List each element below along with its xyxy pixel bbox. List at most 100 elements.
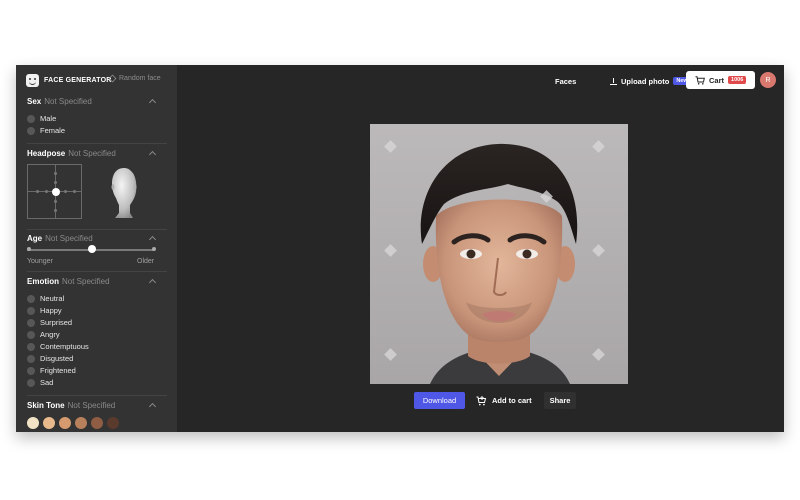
share-button[interactable]: Share: [544, 392, 576, 409]
age-max-label: Older: [137, 258, 155, 265]
radio-button[interactable]: [27, 330, 35, 339]
grid-dot: [54, 172, 57, 175]
headpose-value: Not Specified: [68, 149, 116, 158]
skin-swatch[interactable]: [107, 417, 119, 429]
user-avatar[interactable]: R: [760, 72, 776, 88]
skin-swatch[interactable]: [91, 417, 103, 429]
age-title: Age: [27, 234, 43, 243]
option-label: Angry: [40, 330, 60, 339]
faces-link-label: Faces: [555, 76, 577, 86]
emotion-title: Emotion: [27, 277, 59, 286]
option-label: Male: [40, 114, 57, 123]
grid-dot: [54, 181, 57, 184]
radio-button[interactable]: [27, 318, 35, 327]
emotion-option-frightened[interactable]: Frightened: [27, 366, 76, 375]
grid-dot: [73, 190, 76, 193]
skin-tone-swatches: [27, 417, 123, 429]
emotion-option-angry[interactable]: Angry: [27, 330, 60, 339]
emotion-value: Not Specified: [62, 277, 110, 286]
chevron-up-icon[interactable]: [148, 235, 157, 244]
headpose-handle[interactable]: [52, 188, 60, 196]
emotion-option-neutral[interactable]: Neutral: [27, 294, 64, 303]
grid-dot: [64, 190, 67, 193]
slider-min-dot: [27, 247, 31, 251]
skin-tone-value: Not Specified: [67, 401, 116, 410]
age-section-header[interactable]: Age Not Specified: [27, 234, 93, 243]
option-label: Contemptuous: [40, 342, 89, 351]
skin-tone-title: Skin Tone: [27, 401, 65, 410]
sex-option-male[interactable]: Male: [27, 114, 56, 123]
radio-button[interactable]: [27, 342, 35, 351]
option-label: Female: [40, 126, 66, 135]
skin-swatch[interactable]: [43, 417, 55, 429]
radio-button[interactable]: [27, 378, 35, 387]
option-label: Sad: [40, 378, 54, 387]
grid-dot: [36, 190, 39, 193]
upload-label: Upload photo: [621, 76, 670, 86]
emotion-option-surprised[interactable]: Surprised: [27, 318, 72, 327]
age-slider-handle[interactable]: [88, 245, 96, 253]
emotion-option-sad[interactable]: Sad: [27, 378, 53, 387]
random-face-button[interactable]: Random face: [108, 74, 161, 83]
slider-max-dot: [152, 247, 156, 251]
skin-swatch[interactable]: [27, 417, 39, 429]
emotion-option-happy[interactable]: Happy: [27, 306, 62, 315]
add-to-cart-label: Add to cart: [492, 396, 532, 405]
skin-swatch[interactable]: [75, 417, 87, 429]
divider: [27, 271, 167, 272]
main-panel: Faces Upload photo New Cart 1006 R Downl…: [177, 65, 784, 432]
app-window: FACE GENERATOR Random face Sex Not Specif…: [16, 65, 784, 432]
option-label: Happy: [40, 306, 62, 315]
download-button[interactable]: Download: [414, 392, 465, 409]
cart-count-badge: 1006: [728, 76, 747, 84]
divider: [27, 229, 167, 230]
divider: [27, 395, 167, 396]
upload-photo-button[interactable]: Upload photo New: [610, 73, 691, 89]
radio-button[interactable]: [27, 114, 35, 123]
radio-button[interactable]: [27, 366, 35, 375]
chevron-up-icon[interactable]: [148, 402, 157, 411]
chevron-up-icon[interactable]: [148, 98, 157, 107]
generated-face-image: [370, 124, 628, 384]
radio-button[interactable]: [27, 354, 35, 363]
app-logo[interactable]: FACE GENERATOR: [26, 73, 112, 87]
sex-value: Not Specified: [44, 97, 92, 106]
headpose-section-header[interactable]: Headpose Not Specified: [27, 149, 116, 158]
add-to-cart-button[interactable]: Add to cart: [476, 392, 532, 409]
chevron-up-icon[interactable]: [148, 278, 157, 287]
add-to-cart-icon: [476, 395, 487, 405]
radio-button[interactable]: [27, 126, 35, 135]
option-label: Frightened: [40, 366, 76, 375]
cart-button[interactable]: Cart 1006: [686, 71, 755, 89]
cube-icon: [108, 74, 117, 83]
skin-swatch[interactable]: [59, 417, 71, 429]
option-label: Surprised: [40, 318, 73, 327]
divider: [27, 143, 167, 144]
head-model-icon: [111, 168, 137, 218]
radio-button[interactable]: [27, 306, 35, 315]
option-label: Disgusted: [40, 354, 74, 363]
headpose-title: Headpose: [27, 149, 66, 158]
radio-button[interactable]: [27, 294, 35, 303]
filters-sidebar: FACE GENERATOR Random face Sex Not Specif…: [16, 65, 177, 432]
age-value: Not Specified: [45, 234, 93, 243]
option-label: Neutral: [40, 294, 65, 303]
nav-faces[interactable]: Faces: [555, 73, 576, 89]
age-min-label: Younger: [27, 258, 53, 265]
cart-icon: [695, 75, 705, 85]
headpose-pad[interactable]: [27, 164, 82, 219]
sex-section-header[interactable]: Sex Not Specified: [27, 97, 92, 106]
sex-title: Sex: [27, 97, 42, 106]
emotion-option-disgusted[interactable]: Disgusted: [27, 354, 73, 363]
face-logo-icon: [26, 73, 39, 87]
grid-dot: [54, 200, 57, 203]
skin-tone-section-header[interactable]: Skin Tone Not Specified: [27, 401, 115, 410]
grid-dot: [54, 209, 57, 212]
random-face-label: Random face: [119, 75, 161, 82]
chevron-up-icon[interactable]: [148, 150, 157, 159]
app-title: FACE GENERATOR: [44, 76, 112, 84]
sex-option-female[interactable]: Female: [27, 126, 65, 135]
emotion-section-header[interactable]: Emotion Not Specified: [27, 277, 110, 286]
face-portrait: [370, 124, 628, 384]
emotion-option-contemptuous[interactable]: Contemptuous: [27, 342, 89, 351]
